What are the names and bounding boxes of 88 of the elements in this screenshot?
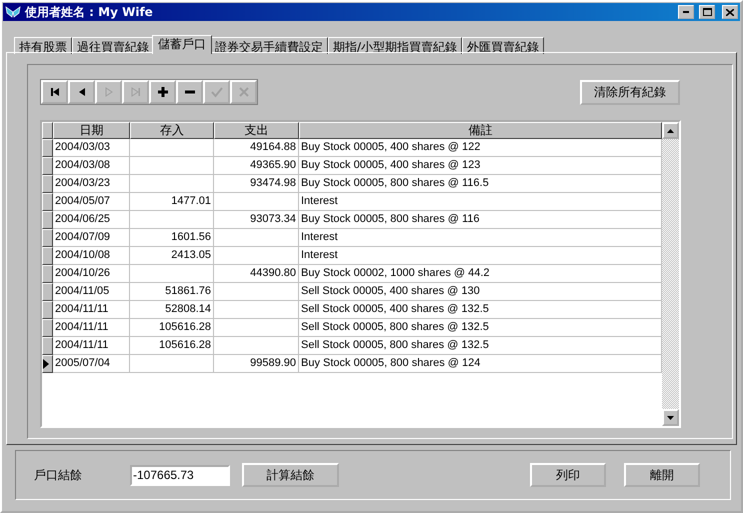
minimize-button[interactable] bbox=[678, 5, 694, 19]
table-cell: 2004/10/26 bbox=[53, 265, 130, 283]
column-header[interactable]: 存入 bbox=[130, 122, 214, 139]
close-button[interactable] bbox=[722, 5, 738, 19]
column-header[interactable]: 支出 bbox=[214, 122, 299, 139]
table-cell: 44390.80 bbox=[214, 265, 299, 283]
first-record-icon bbox=[48, 86, 60, 98]
row-indicator[interactable] bbox=[42, 157, 53, 175]
table-cell: Buy Stock 00005, 400 shares @ 122 bbox=[299, 139, 662, 157]
table-cell: Sell Stock 00005, 400 shares @ 130 bbox=[299, 283, 662, 301]
table-cell: 51861.76 bbox=[130, 283, 214, 301]
table-cell: 2004/03/08 bbox=[53, 157, 130, 175]
row-indicator[interactable] bbox=[42, 247, 53, 265]
scrollbar[interactable] bbox=[662, 122, 679, 426]
table-cell: Sell Stock 00005, 800 shares @ 132.5 bbox=[299, 337, 662, 355]
cross-icon bbox=[238, 86, 250, 98]
row-indicator[interactable] bbox=[42, 175, 53, 193]
butterfly-icon bbox=[5, 6, 21, 18]
plus-icon bbox=[156, 86, 168, 98]
row-indicator[interactable] bbox=[42, 229, 53, 247]
row-indicator[interactable] bbox=[42, 193, 53, 211]
tab[interactable]: 持有股票 bbox=[14, 37, 72, 54]
table-cell: 1477.01 bbox=[130, 193, 214, 211]
table-cell: 1601.56 bbox=[130, 229, 214, 247]
maximize-icon bbox=[702, 8, 712, 16]
table-cell: 99589.90 bbox=[214, 355, 299, 373]
maximize-button[interactable] bbox=[699, 5, 715, 19]
table-cell: Interest bbox=[299, 229, 662, 247]
table-cell: 2004/03/23 bbox=[53, 175, 130, 193]
table-cell: 105616.28 bbox=[130, 319, 214, 337]
table-cell: Buy Stock 00005, 800 shares @ 116.5 bbox=[299, 175, 662, 193]
scroll-up-button[interactable] bbox=[662, 122, 679, 139]
calculate-button[interactable]: 計算結餘 bbox=[242, 463, 339, 487]
balance-label: 戶口結餘 bbox=[34, 466, 83, 484]
close-icon bbox=[726, 8, 734, 16]
table-cell: Buy Stock 00005, 800 shares @ 124 bbox=[299, 355, 662, 373]
table-cell: 49365.90 bbox=[214, 157, 299, 175]
table-cell: 93073.34 bbox=[214, 211, 299, 229]
balance-field[interactable]: -107665.73 bbox=[130, 464, 230, 486]
row-indicator[interactable] bbox=[42, 319, 53, 337]
table-cell: Sell Stock 00005, 800 shares @ 132.5 bbox=[299, 319, 662, 337]
row-indicator[interactable] bbox=[42, 139, 53, 157]
current-row-icon bbox=[43, 359, 49, 369]
tab[interactable]: 儲蓄戶口 bbox=[152, 35, 212, 54]
row-indicator[interactable] bbox=[42, 337, 53, 355]
minimize-icon bbox=[683, 11, 689, 13]
table-cell: 93474.98 bbox=[214, 175, 299, 193]
column-header[interactable]: 日期 bbox=[53, 122, 130, 139]
table-cell: 2413.05 bbox=[130, 247, 214, 265]
window-title: 使用者姓名 : My Wife bbox=[25, 4, 154, 20]
scroll-down-button[interactable] bbox=[662, 409, 679, 426]
row-indicator[interactable] bbox=[42, 355, 53, 373]
table-cell: 2005/07/04 bbox=[53, 355, 130, 373]
navigator-button[interactable] bbox=[149, 80, 176, 104]
table-cell: 52808.14 bbox=[130, 301, 214, 319]
table-cell: 2004/05/07 bbox=[53, 193, 130, 211]
row-indicator[interactable] bbox=[42, 211, 53, 229]
table-cell: 2004/10/08 bbox=[53, 247, 130, 265]
up-arrow-icon bbox=[667, 128, 674, 132]
check-icon bbox=[210, 86, 222, 98]
clear-records-button[interactable]: 清除所有紀錄 bbox=[580, 80, 680, 104]
table-cell: 2004/11/11 bbox=[53, 301, 130, 319]
last-record-icon bbox=[130, 86, 142, 98]
row-indicator[interactable] bbox=[42, 265, 53, 283]
row-indicator[interactable] bbox=[42, 301, 53, 319]
table-cell: 2004/11/11 bbox=[53, 337, 130, 355]
table-cell: Buy Stock 00002, 1000 shares @ 44.2 bbox=[299, 265, 662, 283]
next-icon bbox=[102, 86, 114, 98]
table-cell: 2004/07/09 bbox=[53, 229, 130, 247]
navigator-button[interactable] bbox=[68, 80, 95, 104]
table-cell: Sell Stock 00005, 400 shares @ 132.5 bbox=[299, 301, 662, 319]
table-cell: 49164.88 bbox=[214, 139, 299, 157]
print-button[interactable]: 列印 bbox=[530, 463, 606, 487]
table-cell: 2004/06/25 bbox=[53, 211, 130, 229]
row-indicator[interactable] bbox=[42, 283, 53, 301]
table-cell: Buy Stock 00005, 800 shares @ 116 bbox=[299, 211, 662, 229]
down-arrow-icon bbox=[667, 416, 674, 420]
column-header[interactable]: 備註 bbox=[299, 122, 662, 139]
table-cell: Buy Stock 00005, 400 shares @ 123 bbox=[299, 157, 662, 175]
table-cell: 2004/03/03 bbox=[53, 139, 130, 157]
exit-button[interactable]: 離開 bbox=[624, 463, 700, 487]
table-cell: 2004/11/11 bbox=[53, 319, 130, 337]
navigator-button[interactable] bbox=[41, 80, 68, 104]
table-cell: 105616.28 bbox=[130, 337, 214, 355]
table-cell: Interest bbox=[299, 193, 662, 211]
navigator-button[interactable] bbox=[176, 80, 203, 104]
table-cell: Interest bbox=[299, 247, 662, 265]
table-cell: 2004/11/05 bbox=[53, 283, 130, 301]
